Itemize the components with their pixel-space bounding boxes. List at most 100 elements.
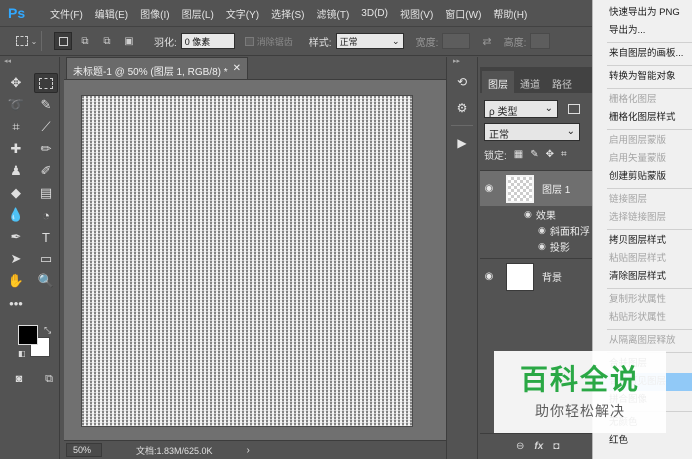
layer-row-background[interactable]: ◉ 背景 [480,258,592,294]
lock-position-icon[interactable]: ✥ [546,149,554,160]
context-menu-item[interactable]: 创建剪贴蒙版 [593,168,692,186]
antialias-checkbox[interactable]: 消除锯齿 [244,35,293,48]
menu-help[interactable]: 帮助(H) [493,6,527,21]
menu-file[interactable]: 文件(F) [50,6,83,21]
panel-collapse-icon[interactable]: ◂◂ [0,57,59,67]
height-input[interactable] [530,33,551,49]
width-input[interactable] [442,33,471,49]
tab-paths[interactable]: 路径 [546,71,578,93]
effects-row[interactable]: ◉ 效果 [480,206,592,222]
context-menu-item[interactable]: 清除图层样式 [593,268,692,286]
menu-edit[interactable]: 编辑(E) [95,6,128,21]
menu-type[interactable]: 文字(Y) [226,6,259,21]
tab-channels[interactable]: 通道 [514,71,546,93]
effect-row-shadow[interactable]: ◉ 投影 [480,238,592,254]
hand-tool-icon[interactable]: ✋ [4,271,28,291]
eye-icon[interactable]: ◉ [538,241,546,252]
menu-bar: Ps 文件(F) 编辑(E) 图像(I) 图层(L) 文字(Y) 选择(S) 滤… [0,0,692,26]
brush-tool-icon[interactable]: ✏ [34,139,58,159]
eraser-tool-icon[interactable]: ◆ [4,183,28,203]
new-selection-button[interactable] [54,32,72,50]
context-menu-item[interactable]: 来自图层的画板... [593,45,692,63]
tab-layers[interactable]: 图层 [482,71,514,93]
clone-stamp-tool-icon[interactable]: ♟ [4,161,28,181]
menu-view[interactable]: 视图(V) [400,6,433,21]
screen-mode-icon[interactable]: ⧉ [40,369,58,389]
blur-tool-icon[interactable]: 💧 [4,205,28,225]
pen-tool-icon[interactable]: ✒ [4,227,28,247]
eye-icon[interactable]: ◉ [524,209,532,220]
image-filter-icon[interactable] [568,104,580,114]
subtract-selection-button[interactable]: ⧉ [98,32,116,50]
eye-icon[interactable]: ◉ [480,271,498,282]
layer-row-layer1[interactable]: ◉ 图层 1 [480,170,592,206]
menu-window[interactable]: 窗口(W) [445,6,481,21]
effect-row-bevel[interactable]: ◉ 斜面和浮 [480,222,592,238]
foreground-color-swatch[interactable] [18,325,38,345]
lock-pixels-icon[interactable]: ✎ [530,149,538,160]
rect-marquee-tool-icon[interactable] [34,73,58,93]
document-tab[interactable]: 未标题-1 @ 50% (图层 1, RGB/8) * ✕ [66,57,248,79]
tools-panel: ◂◂ ✥ ➰ ✎ ⌗ ⟋ ✚ ✏ ♟ ✐ ◆ ▤ 💧 ◔ ✒ T ➤ ▭ ✋ 🔍… [0,57,60,459]
healing-brush-tool-icon[interactable]: ✚ [4,139,28,159]
lasso-tool-icon[interactable]: ➰ [4,95,28,115]
canvas[interactable] [82,96,412,426]
context-menu-item[interactable]: 导出为... [593,22,692,40]
more-tools-icon[interactable]: ••• [4,293,28,313]
swap-colors-icon[interactable]: ⤡ [44,325,51,336]
document-window: 未标题-1 @ 50% (图层 1, RGB/8) * ✕ 50% 文档:1.8… [64,57,446,459]
context-menu-item[interactable]: 转换为智能对象 [593,68,692,86]
eye-icon[interactable]: ◉ [538,225,546,236]
style-select[interactable]: 正常 ⌄ [335,33,404,49]
path-select-tool-icon[interactable]: ➤ [4,249,28,269]
menu-image[interactable]: 图像(I) [140,6,169,21]
dodge-tool-icon[interactable]: ◔ [34,205,58,225]
context-menu-item: 从隔离图层释放 [609,335,676,346]
fx-icon[interactable]: fx [534,441,543,452]
eyedropper-tool-icon[interactable]: ⟋ [34,117,58,137]
menu-filter[interactable]: 滤镜(T) [317,6,350,21]
swap-icon[interactable]: ⇄ [482,35,491,48]
eye-icon[interactable]: ◉ [480,183,498,194]
zoom-tool-icon[interactable]: 🔍 [34,271,58,291]
actions-play-icon[interactable]: ▶ [451,132,473,154]
layer-filter-select[interactable]: ρ 类型 ⌄ [484,100,558,118]
lock-artboard-icon[interactable]: ⌗ [561,149,567,160]
panel-collapse-icon[interactable]: ▸▸ [447,57,477,67]
properties-panel-icon[interactable]: ⚙ [451,97,473,119]
default-colors-icon[interactable]: ◧ [18,349,26,358]
rectangle-tool-icon[interactable]: ▭ [34,249,58,269]
intersect-selection-button[interactable]: ▣ [120,32,138,50]
feather-input[interactable]: 0 像素 [180,33,235,49]
gradient-tool-icon[interactable]: ▤ [34,183,58,203]
crop-tool-icon[interactable]: ⌗ [4,117,28,137]
chevron-right-icon[interactable]: › [247,445,250,456]
close-icon[interactable]: ✕ [233,63,241,74]
tool-preset-picker[interactable]: ⌄ [12,31,42,51]
effect-name: 投影 [549,242,570,254]
context-menu-item[interactable]: 拷贝图层样式 [593,232,692,250]
quick-mask-icon[interactable]: ◙ [10,369,28,389]
history-panel-icon[interactable]: ⟲ [451,71,473,93]
mask-icon[interactable]: ◘ [553,441,559,452]
context-menu-item[interactable]: 红色 [593,432,692,450]
context-menu-item[interactable]: 栅格化图层样式 [593,109,692,127]
type-tool-icon[interactable]: T [34,227,58,247]
layer-filter-value: ρ 类型 [489,107,518,118]
chevron-down-icon: ⌄ [30,36,38,46]
menu-layer[interactable]: 图层(L) [182,6,214,21]
history-brush-tool-icon[interactable]: ✐ [34,161,58,181]
quick-select-tool-icon[interactable]: ✎ [34,95,58,115]
lock-transparency-icon[interactable]: ▦ [514,149,523,160]
context-menu-item[interactable]: 快速导出为 PNG [593,4,692,22]
add-selection-button[interactable]: ⧉ [76,32,94,50]
blend-mode-select[interactable]: 正常 ⌄ [484,123,580,141]
menu-select[interactable]: 选择(S) [271,6,304,21]
style-label: 样式: [308,37,332,49]
menu-3d[interactable]: 3D(D) [361,8,388,19]
link-icon[interactable]: ⊖ [516,441,524,452]
layer-thumbnail [506,262,534,291]
zoom-field[interactable]: 50% [66,443,102,457]
move-tool-icon[interactable]: ✥ [4,73,28,93]
menu-divider [607,288,692,289]
